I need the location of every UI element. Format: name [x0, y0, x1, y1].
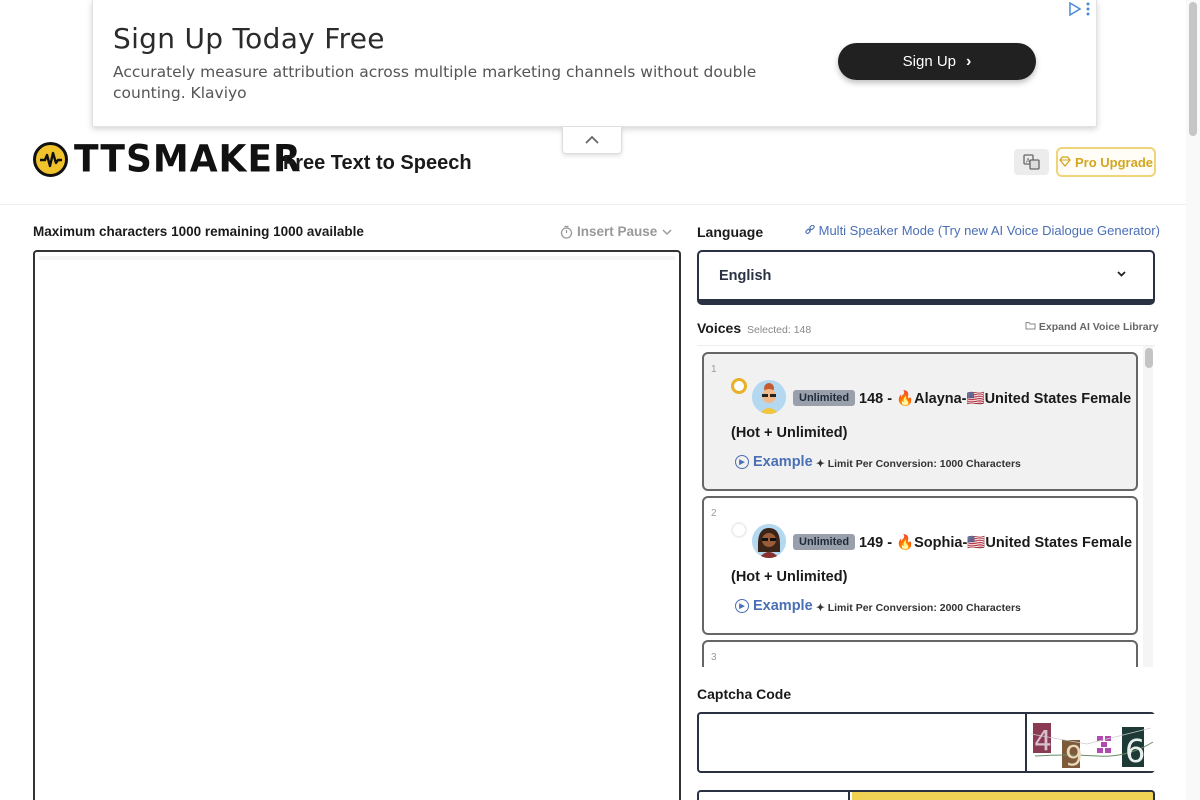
- svg-text:9: 9: [1065, 739, 1083, 771]
- char-count-label: Maximum characters 1000 remaining 1000 a…: [33, 224, 364, 239]
- unlimited-badge: Unlimited: [793, 390, 856, 406]
- expand-voice-library-label: Expand AI Voice Library: [1038, 321, 1159, 333]
- ad-choices-icon[interactable]: [1068, 1, 1082, 19]
- insert-pause-dropdown[interactable]: Insert Pause: [560, 224, 673, 239]
- play-icon: ▶: [735, 455, 749, 469]
- example-play-button[interactable]: ▶ Example: [735, 454, 813, 470]
- chevron-right-icon: ›: [966, 52, 972, 70]
- pro-upgrade-label: Pro Upgrade: [1074, 154, 1153, 170]
- textarea-top-strip: [39, 256, 675, 260]
- language-selected-value: English: [719, 267, 772, 284]
- voice-limit: ✦ Limit Per Conversion: 1000 Characters: [816, 458, 1021, 470]
- page-scrollbar-thumb[interactable]: [1189, 2, 1197, 136]
- ad-signup-button[interactable]: Sign Up ›: [838, 43, 1036, 80]
- ad-description[interactable]: Accurately measure attribution across mu…: [113, 62, 803, 104]
- voice-number: 2: [711, 508, 717, 519]
- link-icon: [805, 223, 819, 238]
- site-logo[interactable]: TTSMAKER: [33, 137, 302, 182]
- text-input[interactable]: [41, 262, 671, 792]
- multi-speaker-link[interactable]: Multi Speaker Mode (Try new AI Voice Dia…: [805, 223, 1160, 238]
- voices-title: Voices: [697, 320, 742, 336]
- timer-icon: [560, 225, 573, 239]
- voice-radio[interactable]: [731, 378, 747, 394]
- secondary-button[interactable]: [699, 792, 850, 800]
- avatar: [752, 524, 786, 558]
- voice-radio[interactable]: [731, 522, 747, 538]
- voice-card[interactable]: 2 Unlimited 149 - 🔥Sophia-🇺🇸United State…: [702, 496, 1138, 635]
- page-scrollbar[interactable]: [1186, 0, 1200, 800]
- voice-limit-text: Limit Per Conversion: 1000 Characters: [827, 458, 1021, 470]
- chevron-down-icon: [662, 229, 672, 235]
- voice-card[interactable]: 3: [702, 640, 1138, 667]
- multi-speaker-text: Multi Speaker Mode (Try new AI Voice Dia…: [818, 223, 1160, 238]
- captcha-input[interactable]: [703, 718, 1021, 768]
- example-play-button[interactable]: ▶ Example: [735, 598, 813, 614]
- voice-name: 149 - 🔥Sophia-🇺🇸United States Female: [859, 535, 1133, 551]
- voices-label: Voices Selected: 148: [697, 320, 811, 336]
- voices-list[interactable]: 1 Unlimited 148 - 🔥Alayna-🇺🇸United State…: [697, 345, 1155, 667]
- convert-button[interactable]: [852, 792, 1153, 800]
- translate-icon: A: [1022, 154, 1040, 170]
- voice-name: 148 - 🔥Alayna-🇺🇸United States Female: [859, 391, 1132, 407]
- ad-banner[interactable]: Sign Up Today Free Accurately measure at…: [92, 0, 1097, 127]
- translate-button[interactable]: A: [1014, 149, 1049, 175]
- voices-scrollbar[interactable]: [1143, 346, 1153, 667]
- action-buttons: [697, 790, 1155, 800]
- logo-text: TTSMAKER: [74, 137, 302, 182]
- captcha-text: 4: [1034, 724, 1052, 757]
- voice-number: 3: [711, 652, 717, 663]
- ad-signup-label: Sign Up: [902, 53, 957, 70]
- voice-limit-text: Limit Per Conversion: 2000 Characters: [827, 602, 1021, 614]
- ad-collapse-button[interactable]: [562, 127, 622, 154]
- voices-scrollbar-thumb[interactable]: [1145, 348, 1153, 368]
- voices-selected-count: Selected: 148: [747, 324, 812, 336]
- ad-title[interactable]: Sign Up Today Free: [113, 22, 385, 55]
- captcha-image[interactable]: 4 9 6: [1025, 714, 1155, 772]
- text-input-box: [33, 250, 681, 800]
- voice-card[interactable]: 1 Unlimited 148 - 🔥Alayna-🇺🇸United State…: [702, 352, 1138, 491]
- voice-tags: (Hot + Unlimited): [731, 425, 848, 441]
- insert-pause-label: Insert Pause: [577, 224, 658, 239]
- voice-tags: (Hot + Unlimited): [731, 569, 848, 585]
- captcha-label: Captcha Code: [697, 686, 792, 702]
- page-subtitle: Free Text to Speech: [283, 152, 472, 174]
- expand-voice-library-link[interactable]: Expand AI Voice Library: [1025, 321, 1159, 333]
- unlimited-badge: Unlimited: [793, 534, 856, 550]
- captcha-box: 4 9 6: [697, 712, 1155, 773]
- folder-icon: [1025, 321, 1039, 333]
- voice-number: 1: [711, 364, 717, 375]
- svg-text:6: 6: [1125, 732, 1145, 770]
- avatar: [752, 380, 786, 414]
- example-label: Example: [753, 454, 813, 470]
- play-icon: ▶: [735, 599, 749, 613]
- chevron-up-icon: [585, 135, 599, 144]
- voice-limit: ✦ Limit Per Conversion: 2000 Characters: [816, 602, 1021, 614]
- diamond-icon: [1059, 155, 1071, 170]
- pro-upgrade-button[interactable]: Pro Upgrade: [1056, 147, 1156, 177]
- header-divider: [0, 204, 1186, 205]
- language-select[interactable]: English: [697, 250, 1155, 305]
- language-label: Language: [697, 224, 764, 240]
- chevron-down-icon: [1116, 266, 1127, 281]
- logo-waveform-icon: [33, 142, 68, 177]
- ad-choices[interactable]: [1068, 1, 1090, 19]
- example-label: Example: [753, 598, 813, 614]
- ad-menu-icon[interactable]: [1086, 2, 1090, 19]
